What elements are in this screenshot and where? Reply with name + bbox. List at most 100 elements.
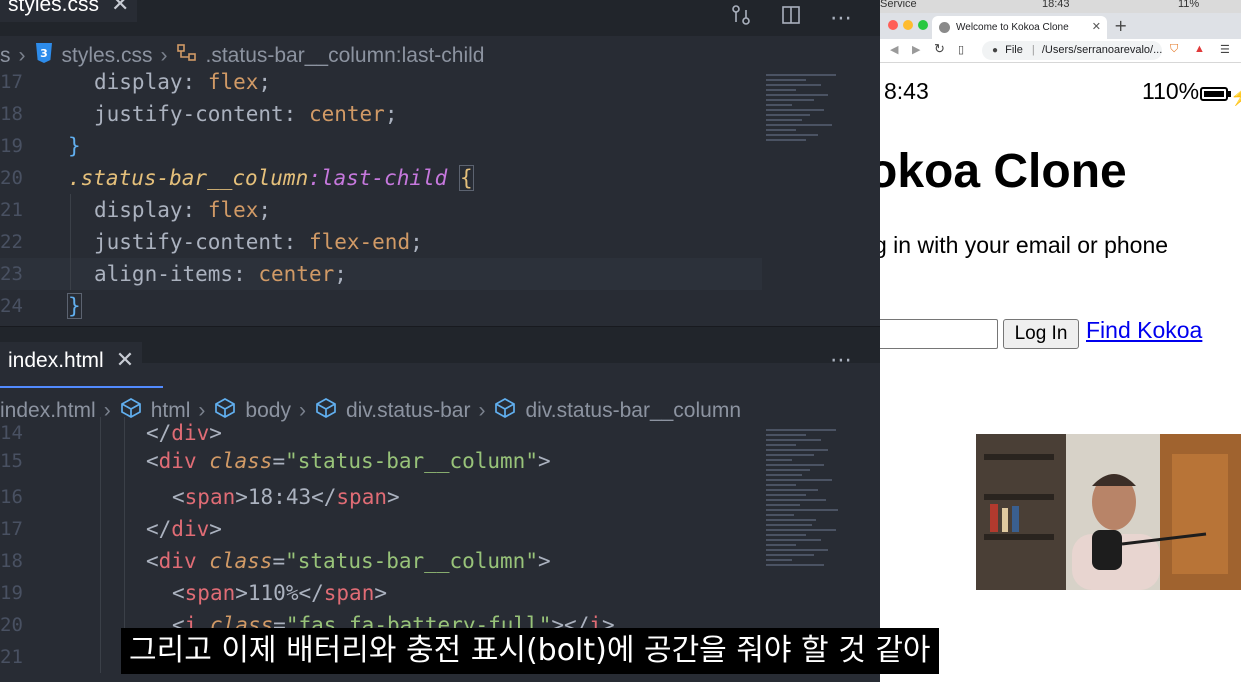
line-number: 21 [0, 646, 23, 668]
rewards-icon[interactable]: ▲ [1194, 43, 1205, 55]
semicolon: ; [258, 198, 272, 222]
minimap-line [766, 469, 810, 471]
close-icon[interactable]: ✕ [111, 0, 129, 16]
tag-bracket: </ [311, 485, 337, 509]
log-in-button[interactable]: Log In [1003, 319, 1079, 349]
minimap[interactable] [766, 429, 852, 569]
active-tab-indicator [0, 386, 163, 388]
code-line[interactable]: 18 <div class="status-bar__column"> [0, 545, 880, 577]
css-property: display [94, 70, 183, 94]
more-icon[interactable]: ⋯ [830, 348, 852, 373]
code-line[interactable]: 15 <div class="status-bar__column"> [0, 445, 880, 477]
address-text: /Users/serranoarevalo/... [1041, 44, 1162, 56]
brave-shield-icon[interactable]: ⛉ [1170, 43, 1178, 56]
tag-name: span [323, 581, 375, 605]
text-content: 110% [247, 581, 299, 605]
close-window-icon[interactable] [888, 20, 898, 30]
zoom-window-icon[interactable] [918, 20, 928, 30]
code-area-css[interactable]: 17 display: flex; 18 justify-content: cente… [0, 66, 880, 322]
code-line[interactable]: 19} [0, 130, 880, 162]
code-line[interactable]: 23 align-items: center; [0, 258, 762, 290]
globe-icon [939, 22, 950, 33]
tab-index-html[interactable]: index.html ✕ [0, 342, 143, 378]
compare-icon[interactable] [730, 4, 752, 32]
browser-tab[interactable]: Welcome to Kokoa Clone ✕ [932, 16, 1107, 39]
breadcrumb-item[interactable]: s [0, 44, 11, 68]
code-line[interactable]: 24} [0, 290, 880, 322]
code-line[interactable]: 17 display: flex; [0, 66, 880, 98]
minimap-line [766, 524, 812, 526]
minimap-line [766, 504, 800, 506]
line-number: 23 [0, 263, 23, 285]
indent-guide [100, 417, 101, 673]
new-tab-icon[interactable]: + [1114, 16, 1127, 36]
tag-bracket: < [172, 581, 185, 605]
code-line[interactable]: 16 <span>18:43</span> [0, 481, 880, 513]
editor-pane-styles: styles.css ✕ ⋯ s › 3 styles.css › .statu… [0, 0, 880, 326]
css-value: center [308, 102, 385, 126]
address-bar[interactable]: ● File | /Users/serranoarevalo/... [982, 41, 1162, 60]
minimap-line [766, 459, 792, 461]
code-text: display: flex; [94, 194, 271, 226]
minimap-line [766, 99, 814, 101]
minimap-line [766, 454, 814, 456]
reload-icon[interactable]: ↻ [934, 41, 945, 57]
code-line[interactable]: 20 .status-bar__column:last-child { [0, 162, 880, 194]
code-text: <div class="status-bar__column"> [146, 445, 551, 477]
email-input[interactable] [880, 319, 998, 349]
tag-name: div [158, 549, 197, 573]
colon: : [233, 262, 259, 286]
code-line[interactable]: 19 <span>110%</span> [0, 577, 880, 609]
text-content: 18:43 [247, 485, 312, 509]
tab-label: styles.css [8, 0, 100, 16]
minimap[interactable] [766, 74, 852, 144]
code-text: justify-content: center; [94, 98, 397, 130]
address-scheme: File [1005, 44, 1023, 56]
find-kokoa-link[interactable]: Find Kokoa [1086, 317, 1202, 344]
macos-menubar: Service 18:43 11% [880, 0, 1241, 13]
split-editor-icon[interactable] [780, 4, 802, 32]
tag-name: span [336, 485, 387, 509]
bookmark-icon[interactable]: ▯ [958, 43, 964, 56]
divider: | [1031, 44, 1035, 56]
minimap-line [766, 549, 828, 551]
line-number: 19 [0, 135, 23, 157]
line-number: 20 [0, 614, 23, 636]
close-icon[interactable]: ✕ [116, 347, 134, 372]
tab-styles-css[interactable]: styles.css ✕ [0, 0, 138, 22]
chevron-right-icon: › [18, 44, 26, 67]
minimap-line [766, 519, 816, 521]
minimap-line [766, 479, 832, 481]
minimap-line [766, 534, 806, 536]
code-text: <div class="status-bar__column"> [146, 545, 551, 577]
minimap-line [766, 464, 824, 466]
code-text: <span>110%</span> [172, 577, 387, 609]
close-icon[interactable]: ✕ [1092, 16, 1101, 39]
back-icon[interactable]: ◀ [890, 43, 898, 56]
webcam-overlay [976, 434, 1241, 590]
more-icon[interactable]: ⋯ [830, 6, 852, 31]
css-value: flex [207, 70, 259, 94]
webcam-image [976, 434, 1241, 590]
minimap-line [766, 484, 796, 486]
code-line[interactable]: 21 display: flex; [0, 194, 880, 226]
menubar-item[interactable]: Service [880, 0, 917, 10]
code-line[interactable]: 22 justify-content: flex-end; [0, 226, 880, 258]
tag-bracket: </ [298, 581, 324, 605]
tag-bracket: > [209, 517, 222, 541]
menu-icon[interactable]: ☰ [1220, 43, 1230, 56]
minimap-line [766, 474, 802, 476]
menubar-clock: 18:43 [1042, 0, 1070, 10]
minimap-line [766, 514, 794, 516]
attribute-value: "status-bar__column" [285, 549, 538, 573]
tag-bracket: > [235, 581, 248, 605]
minimap-line [766, 134, 818, 136]
forward-icon[interactable]: ▶ [912, 43, 920, 56]
breadcrumb-label: .status-bar__column:last-child [205, 44, 485, 67]
code-line[interactable]: 18 justify-content: center; [0, 98, 880, 130]
css-selector: .status-bar__column [68, 166, 309, 190]
opening-brace: { [458, 165, 474, 191]
semicolon: ; [384, 102, 398, 126]
code-line[interactable]: 17 </div> [0, 513, 880, 545]
minimize-window-icon[interactable] [903, 20, 913, 30]
